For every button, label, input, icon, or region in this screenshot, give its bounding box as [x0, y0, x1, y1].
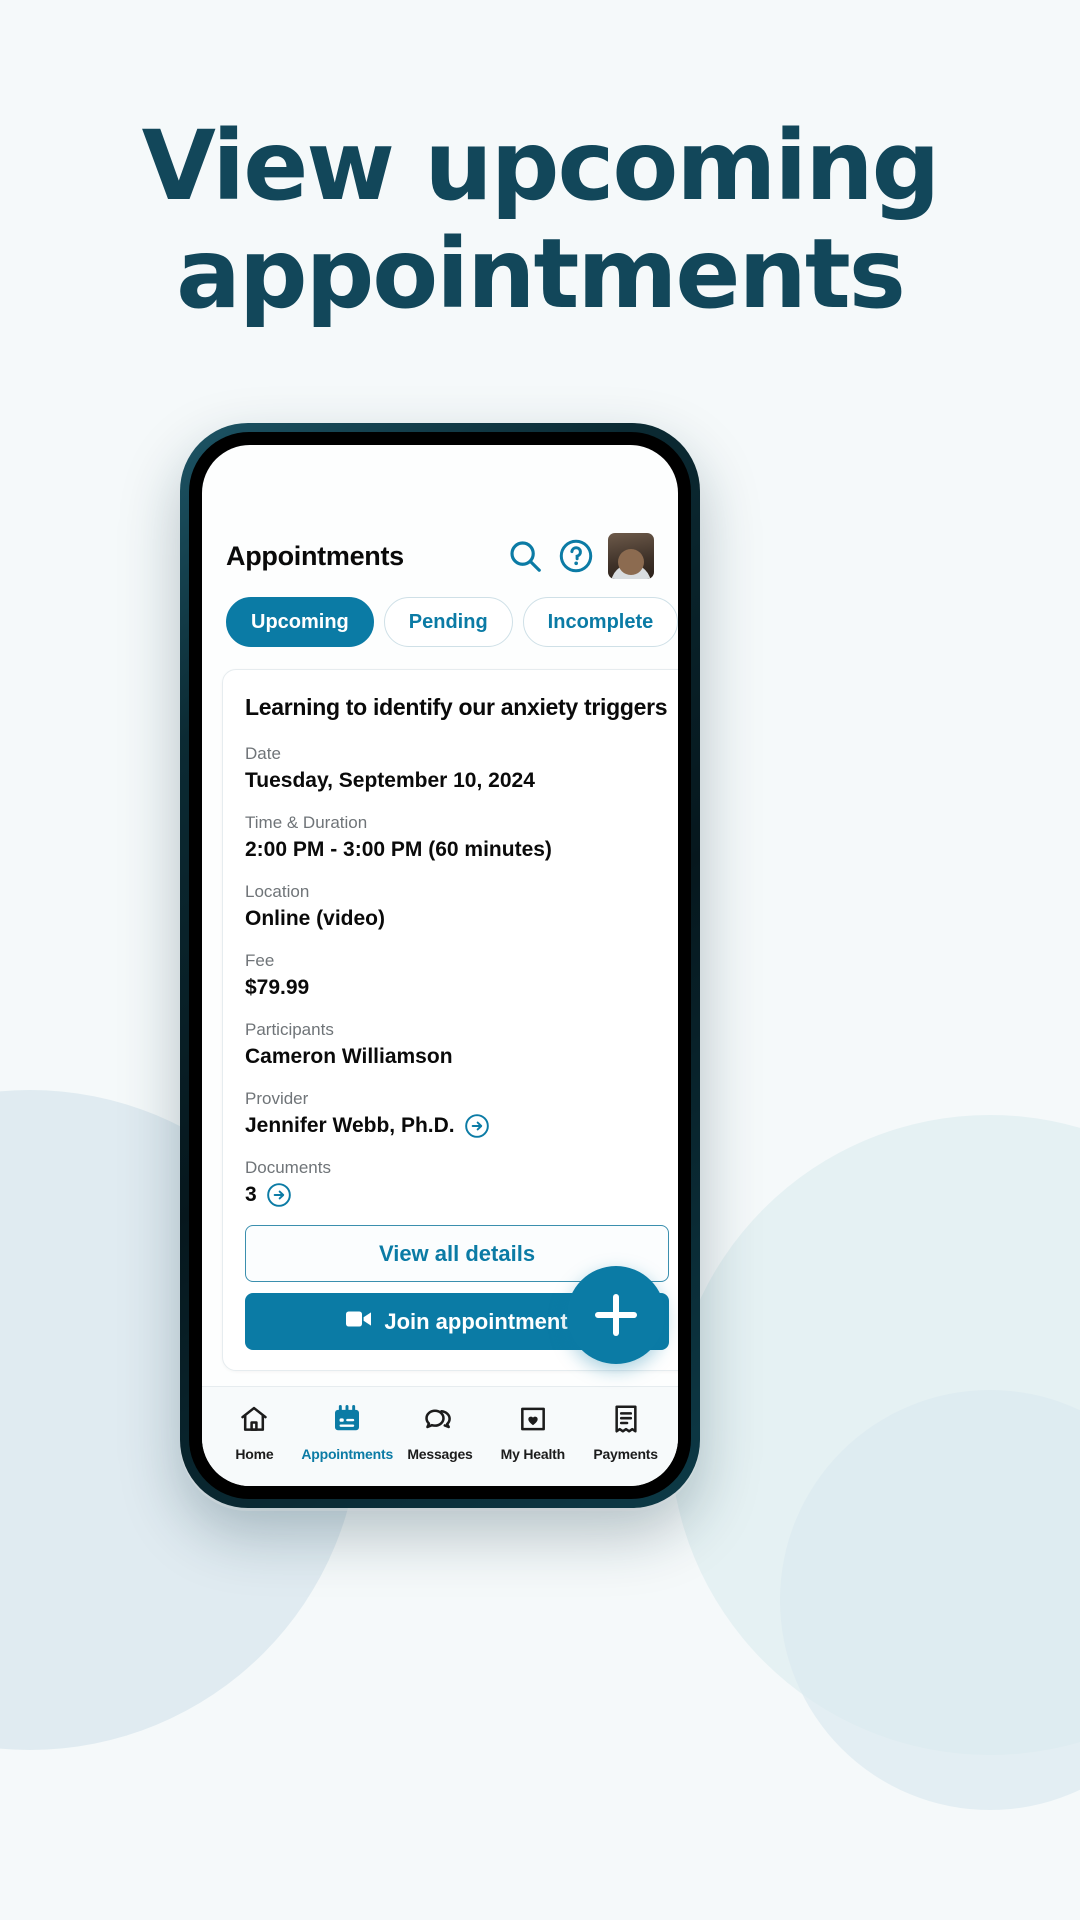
- nav-item-messages[interactable]: Messages: [394, 1403, 487, 1462]
- phone-bezel: Appointments Upcoming Pending Incomplete…: [189, 432, 691, 1499]
- field-label: Date: [245, 744, 281, 763]
- field-value: Cameron Williamson: [245, 1045, 453, 1068]
- tab-upcoming[interactable]: Upcoming: [226, 597, 374, 647]
- phone-mockup: Appointments Upcoming Pending Incomplete…: [180, 423, 700, 1508]
- page-headline: View upcoming appointments: [0, 112, 1080, 328]
- screenshot-root: View upcoming appointments Appointments: [0, 0, 1080, 1920]
- field-value: 2:00 PM - 3:00 PM (60 minutes): [245, 838, 552, 861]
- documents-count: 3: [245, 1183, 257, 1206]
- phone-screen: Appointments Upcoming Pending Incomplete…: [202, 445, 678, 1486]
- avatar[interactable]: [608, 533, 654, 579]
- appointment-title: Learning to identify our anxiety trigger…: [245, 694, 668, 720]
- field-fee: Fee $79.99: [245, 949, 669, 1001]
- headline-line-2: appointments: [176, 218, 906, 330]
- nav-item-home[interactable]: Home: [208, 1403, 301, 1462]
- app-header: Appointments: [202, 525, 678, 587]
- field-value: $79.99: [245, 976, 310, 999]
- field-documents: Documents 3: [245, 1156, 669, 1208]
- field-value: Online (video): [245, 907, 386, 930]
- tab-pending[interactable]: Pending: [383, 597, 513, 647]
- plus-icon: [595, 1294, 637, 1336]
- field-value-row: 3: [245, 1181, 669, 1208]
- provider-name: Jennifer Webb, Ph.D.: [245, 1114, 455, 1137]
- header-icon-group: [506, 533, 654, 579]
- field-time-duration: Time & Duration 2:00 PM - 3:00 PM (60 mi…: [245, 811, 669, 863]
- page-title: Appointments: [226, 540, 404, 571]
- field-location: Location Online (video): [245, 880, 669, 932]
- field-provider: Provider Jennifer Webb, Ph.D.: [245, 1087, 669, 1139]
- field-label: Fee: [245, 951, 275, 970]
- field-label: Time & Duration: [245, 813, 368, 832]
- nav-item-payments[interactable]: Payments: [579, 1403, 672, 1462]
- calendar-icon: [331, 1403, 363, 1440]
- join-appointment-label: Join appointment: [384, 1308, 568, 1334]
- field-value: Tuesday, September 10, 2024: [245, 769, 535, 792]
- nav-label: Payments: [593, 1446, 658, 1462]
- search-icon[interactable]: [506, 537, 544, 575]
- home-icon: [238, 1403, 270, 1440]
- nav-label: Appointments: [301, 1446, 394, 1462]
- nav-item-my-health[interactable]: My Health: [486, 1403, 579, 1462]
- nav-label: My Health: [500, 1446, 566, 1462]
- field-participants: Participants Cameron Williamson: [245, 1018, 669, 1070]
- field-label: Provider: [245, 1089, 309, 1108]
- field-value-row: Jennifer Webb, Ph.D.: [245, 1112, 669, 1139]
- tab-incomplete[interactable]: Incomplete: [522, 597, 678, 647]
- field-label: Documents: [245, 1158, 331, 1177]
- arrow-right-circle-icon[interactable]: [464, 1113, 490, 1139]
- arrow-right-circle-icon[interactable]: [266, 1182, 292, 1208]
- add-appointment-fab[interactable]: [567, 1266, 665, 1364]
- filter-tabs[interactable]: Upcoming Pending Incomplete Past: [202, 597, 678, 647]
- help-icon[interactable]: [557, 537, 595, 575]
- folder-heart-icon: [517, 1403, 549, 1440]
- field-date: Date Tuesday, September 10, 2024: [245, 742, 669, 794]
- receipt-icon: [610, 1403, 642, 1440]
- bottom-navigation: Home Appointments Messages My Health Pay…: [202, 1386, 678, 1486]
- nav-item-appointments[interactable]: Appointments: [301, 1403, 394, 1462]
- nav-label: Messages: [407, 1446, 473, 1462]
- field-label: Location: [245, 882, 310, 901]
- headline-line-1: View upcoming: [141, 110, 941, 222]
- field-label: Participants: [245, 1020, 334, 1039]
- video-camera-icon: [346, 1309, 372, 1335]
- nav-label: Home: [235, 1446, 274, 1462]
- chat-bubbles-icon: [424, 1403, 456, 1440]
